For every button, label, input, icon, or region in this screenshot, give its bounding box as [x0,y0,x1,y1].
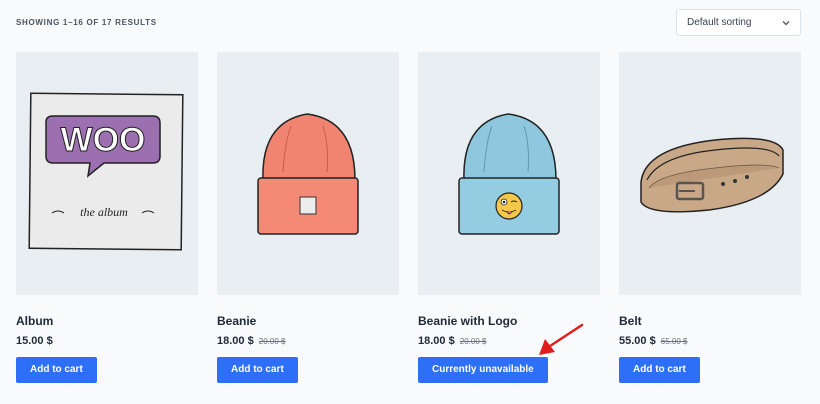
old-price: 65.00 $ [660,337,688,346]
product-image-album[interactable]: WOO the album [16,52,198,295]
product-card: Belt 55.00 $ 65.00 $ Add to cart [619,52,801,383]
result-count: SHOWING 1–16 OF 17 RESULTS [16,18,157,27]
product-title[interactable]: Album [16,314,198,328]
currently-unavailable-button[interactable]: Currently unavailable [418,357,548,383]
current-price: 55.00 $ [619,335,656,347]
add-to-cart-button[interactable]: Add to cart [16,357,97,383]
old-price: 20.00 $ [258,337,286,346]
sorting-dropdown-value: Default sorting [687,17,752,28]
red-arrow-annotation [539,323,584,355]
product-image-beanie[interactable] [217,52,399,295]
album-logo-text: WOO [61,121,146,159]
current-price: 18.00 $ [217,335,254,347]
product-title[interactable]: Beanie [217,314,399,328]
product-card: WOO the album Album 15.00 $ Add to cart [16,52,198,383]
current-price: 15.00 $ [16,335,53,347]
sorting-dropdown[interactable]: Default sorting [676,9,801,36]
product-image-belt[interactable] [619,52,801,295]
add-to-cart-button[interactable]: Add to cart [217,357,298,383]
old-price: 20.00 $ [459,337,487,346]
product-grid: WOO the album Album 15.00 $ Add to cart … [16,52,801,383]
current-price: 18.00 $ [418,335,455,347]
album-subcaption: the album [80,205,128,219]
add-to-cart-button[interactable]: Add to cart [619,357,700,383]
product-price: 15.00 $ [16,334,198,348]
product-title[interactable]: Belt [619,314,801,328]
product-card: Beanie 18.00 $ 20.00 $ Add to cart [217,52,399,383]
product-price: 18.00 $ 20.00 $ [217,334,399,348]
product-price: 55.00 $ 65.00 $ [619,334,801,348]
product-image-beanie-with-logo[interactable] [418,52,600,295]
chevron-down-icon [782,20,790,26]
